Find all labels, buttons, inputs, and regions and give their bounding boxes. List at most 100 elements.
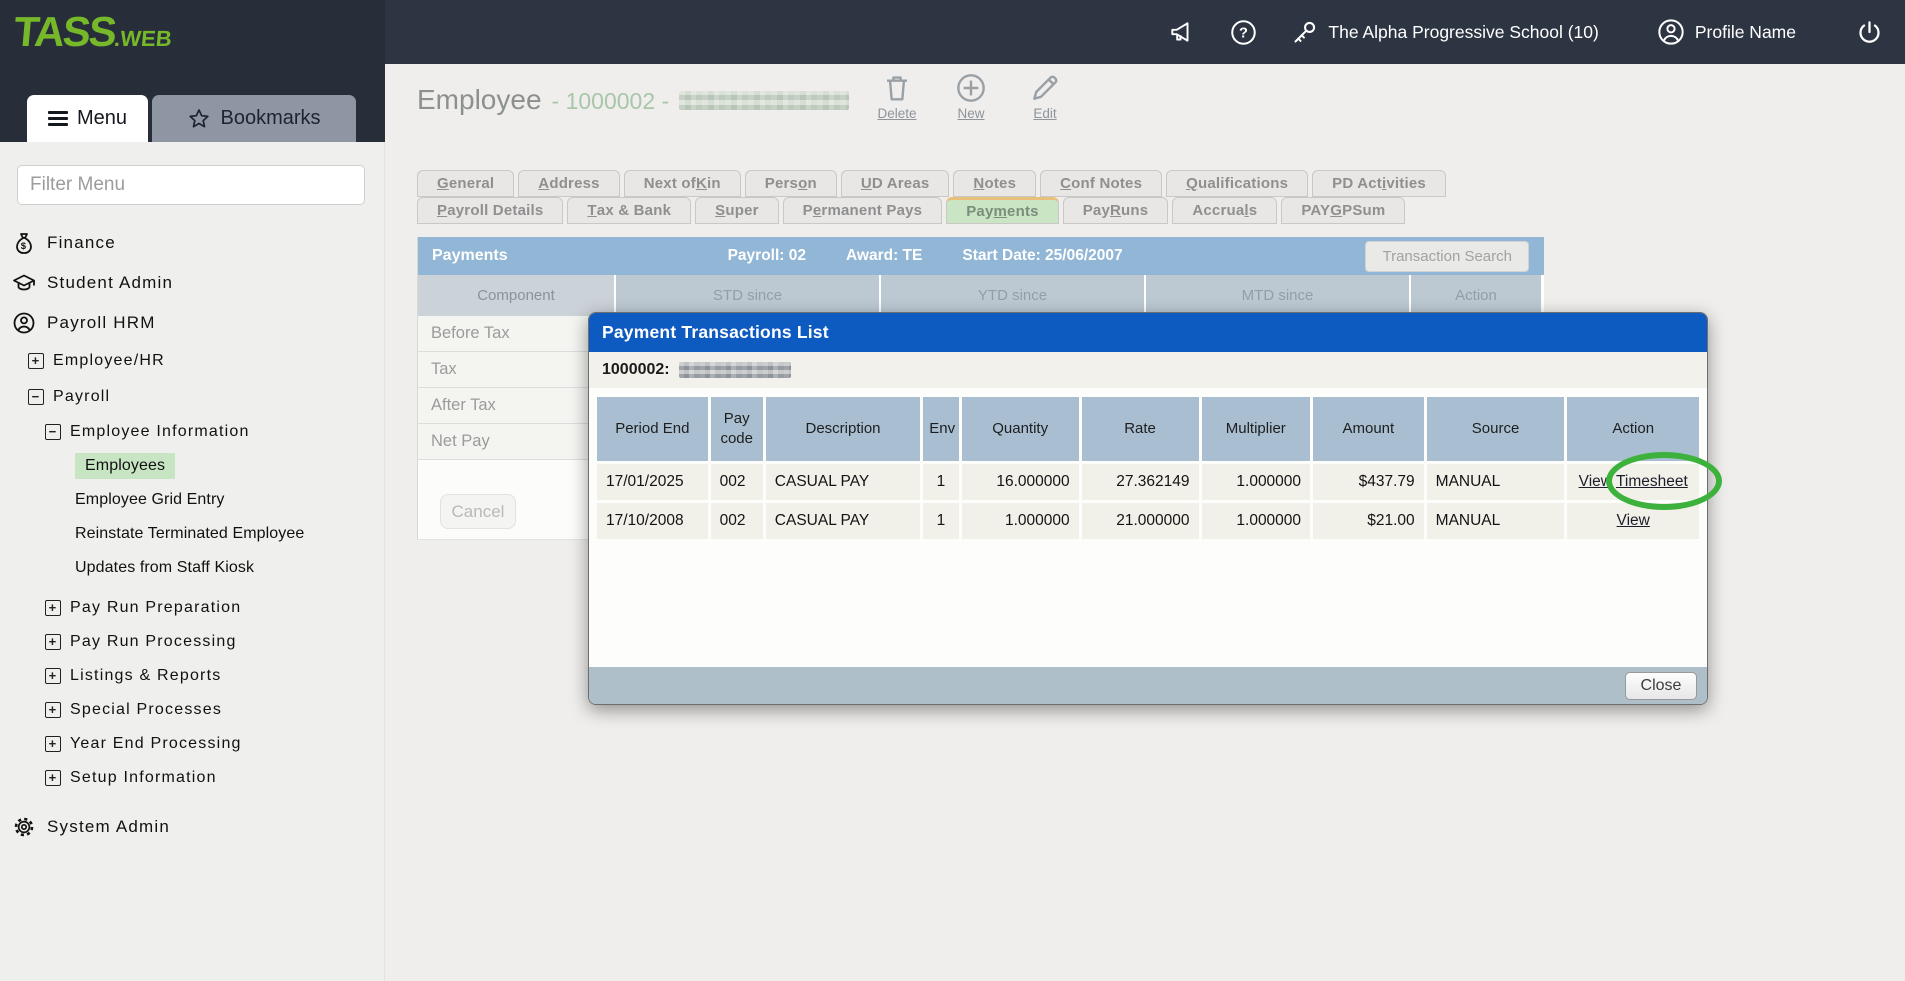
cell-amount: $21.00 — [1313, 503, 1424, 539]
tab-payments[interactable]: Payments — [946, 197, 1059, 224]
expand-icon[interactable]: + — [28, 353, 44, 369]
tab-menu[interactable]: Menu — [27, 95, 148, 142]
sidebar-item-employees[interactable]: Employees — [0, 449, 384, 483]
panel-award: Award: TE — [846, 247, 922, 265]
expand-icon[interactable]: + — [45, 668, 61, 684]
tab-qualifications[interactable]: Qualifications — [1166, 170, 1308, 197]
modal-title-bar: Payment Transactions List — [589, 313, 1707, 352]
sidebar-item-employee-grid-entry[interactable]: Employee Grid Entry — [0, 483, 384, 517]
menu-tree: $FinanceStudent AdminPayroll HRM+Employe… — [0, 223, 384, 847]
sidebar-item-label: Listings & Reports — [70, 667, 221, 685]
cell-pay_code: 002 — [711, 503, 763, 539]
delete-button[interactable]: Delete — [872, 72, 922, 121]
sidebar-item-student-admin[interactable]: Student Admin — [0, 263, 384, 303]
cancel-button[interactable]: Cancel — [440, 494, 516, 529]
sidebar-item-listings-reports[interactable]: + Listings & Reports — [0, 659, 384, 693]
user-icon — [1657, 18, 1685, 46]
app-logo: TASS.WEB — [12, 8, 175, 56]
column-header-description: Description — [766, 397, 920, 461]
sidebar-item-label: Finance — [47, 233, 116, 253]
tab-accruals[interactable]: Accruals — [1172, 197, 1277, 224]
redacted-employee-name — [679, 91, 849, 110]
power-icon — [1856, 19, 1883, 46]
sidebar-item-reinstate-terminated-employee[interactable]: Reinstate Terminated Employee — [0, 517, 384, 551]
tab-tax-bank[interactable]: Tax & Bank — [567, 197, 691, 224]
tab-ud-areas[interactable]: UD Areas — [841, 170, 950, 197]
panel-title: Payments — [432, 247, 508, 265]
school-switcher[interactable]: The Alpha Progressive School (10) — [1291, 19, 1598, 46]
tab-address[interactable]: Address — [518, 170, 619, 197]
column-header-source: Source — [1427, 397, 1565, 461]
column-header-pay-code: Pay code — [711, 397, 763, 461]
hamburger-icon — [48, 108, 68, 130]
expand-icon[interactable]: + — [45, 634, 61, 650]
announcements-button[interactable] — [1168, 19, 1194, 45]
sidebar-item-finance[interactable]: $Finance — [0, 223, 384, 263]
sidebar-item-updates-from-staff-kiosk[interactable]: Updates from Staff Kiosk — [0, 551, 384, 585]
logout-button[interactable] — [1856, 19, 1883, 46]
tab-notes[interactable]: Notes — [953, 170, 1036, 197]
megaphone-icon — [1168, 19, 1194, 45]
new-button[interactable]: New — [946, 72, 996, 121]
timesheet-link[interactable]: Timesheet — [1616, 473, 1688, 490]
tab-permanent-pays[interactable]: Permanent Pays — [783, 197, 943, 224]
view-link[interactable]: View — [1579, 473, 1612, 490]
sidebar-item-payroll[interactable]: −Payroll — [0, 379, 384, 415]
components-header-ytd-since: YTD since — [881, 275, 1144, 316]
cell-action: View — [1567, 503, 1699, 539]
column-header-env: Env — [923, 397, 958, 461]
tab-general[interactable]: General — [417, 170, 514, 197]
logo-suffix: .WEB — [113, 26, 173, 51]
expand-icon[interactable]: + — [45, 702, 61, 718]
sidebar-item-setup-information[interactable]: +Setup Information — [0, 761, 384, 795]
help-button[interactable]: ? — [1230, 19, 1257, 46]
sidebar-item-employee-hr[interactable]: +Employee/HR — [0, 343, 384, 379]
collapse-icon[interactable]: − — [28, 389, 44, 405]
redacted-employee-name-modal — [679, 362, 791, 378]
sidebar-item-pay-run-processing[interactable]: + Pay Run Processing — [0, 625, 384, 659]
tab-person[interactable]: Person — [745, 170, 837, 197]
sidebar-item-employee-information[interactable]: −Employee Information — [0, 415, 384, 449]
trash-icon — [881, 72, 913, 104]
page-title: Employee - 1000002 - — [417, 84, 849, 116]
tab-row-2: Payroll DetailsTax & BankSuperPermanent … — [417, 197, 1544, 224]
cell-rate: 21.000000 — [1082, 503, 1199, 539]
svg-text:?: ? — [1239, 25, 1248, 41]
payment-transactions-modal: Payment Transactions List 1000002: Perio… — [588, 312, 1708, 705]
tab-pd-activities[interactable]: PD Activities — [1312, 170, 1446, 197]
cell-quantity: 1.000000 — [962, 503, 1079, 539]
collapse-icon[interactable]: − — [45, 424, 61, 440]
edit-button[interactable]: Edit — [1020, 72, 1070, 121]
tab-bookmarks[interactable]: Bookmarks — [152, 95, 356, 142]
cell-rate: 27.362149 — [1082, 464, 1199, 500]
profile-menu[interactable]: Profile Name — [1657, 18, 1796, 46]
tab-super[interactable]: Super — [695, 197, 779, 224]
sidebar-item-label: Student Admin — [47, 273, 173, 293]
tab-conf-notes[interactable]: Conf Notes — [1040, 170, 1162, 197]
column-header-amount: Amount — [1313, 397, 1424, 461]
transactions-table-wrap: Period EndPay codeDescriptionEnvQuantity… — [594, 394, 1702, 542]
sidebar-item-pay-run-preparation[interactable]: +Pay Run Preparation — [0, 591, 384, 625]
tab-payg-psum[interactable]: PAYG PSum — [1281, 197, 1405, 224]
filter-menu-input[interactable] — [17, 165, 365, 205]
tab-next-of-kin[interactable]: Next of Kin — [624, 170, 741, 197]
sidebar-item-label: Pay Run Processing — [70, 633, 237, 651]
expand-icon[interactable]: + — [45, 770, 61, 786]
components-table-header: ComponentSTD sinceYTD sinceMTD sinceActi… — [418, 275, 1544, 316]
sidebar-item-payroll-hrm[interactable]: Payroll HRM — [0, 303, 384, 343]
tab-pay-runs[interactable]: Pay Runs — [1063, 197, 1169, 224]
expand-icon[interactable]: + — [45, 736, 61, 752]
topbar-actions: ? The Alpha Progressive School (10) Prof… — [1168, 0, 1883, 64]
cell-period_end: 17/01/2025 — [597, 464, 708, 500]
tab-payroll-details[interactable]: Payroll Details — [417, 197, 563, 224]
sidebar-item-special-processes[interactable]: +Special Processes — [0, 693, 384, 727]
close-button[interactable]: Close — [1625, 672, 1697, 700]
graduation-cap-icon — [12, 271, 36, 295]
question-icon: ? — [1230, 19, 1257, 46]
view-link[interactable]: View — [1617, 512, 1650, 529]
sidebar-item-system-admin[interactable]: System Admin — [0, 807, 384, 847]
sidebar-item-label: System Admin — [47, 817, 170, 837]
transaction-search-button[interactable]: Transaction Search — [1365, 241, 1529, 272]
expand-icon[interactable]: + — [45, 600, 61, 616]
sidebar-item-year-end-processing[interactable]: +Year End Processing — [0, 727, 384, 761]
